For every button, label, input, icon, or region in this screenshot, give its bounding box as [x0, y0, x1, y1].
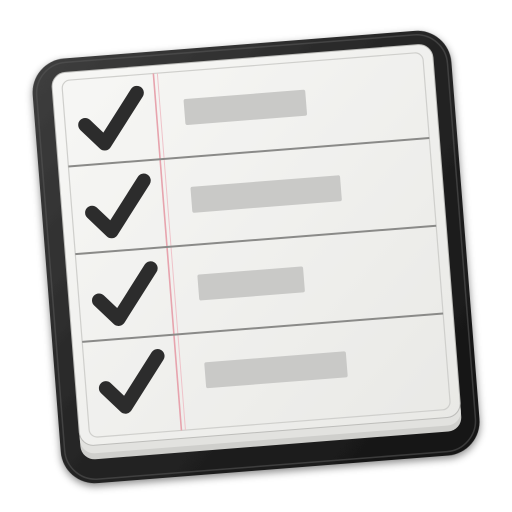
reminders-app-icon	[32, 30, 480, 484]
